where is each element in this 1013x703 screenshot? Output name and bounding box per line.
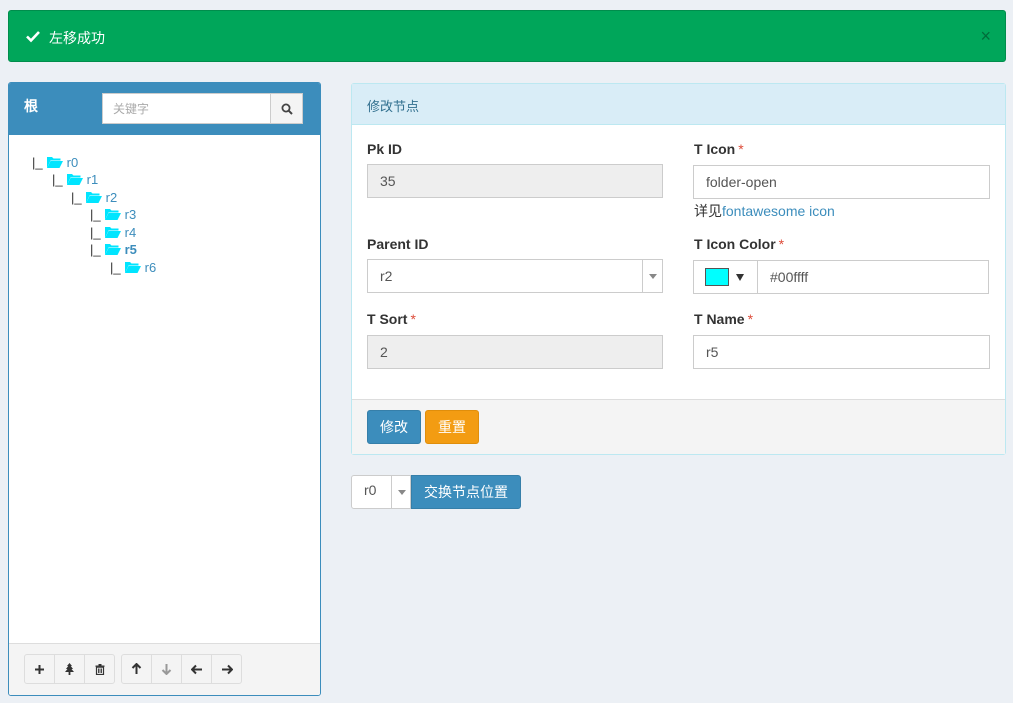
- t-name-label: T Name *: [694, 311, 753, 327]
- tree-node-label[interactable]: r5: [125, 242, 137, 257]
- tree-icon: [65, 663, 74, 675]
- check-icon: [26, 31, 40, 43]
- submit-button[interactable]: 修改: [367, 410, 421, 444]
- folder-open-icon: [124, 262, 141, 273]
- tree-branch: |_: [90, 241, 101, 257]
- required-mark: *: [738, 141, 744, 157]
- move-right-button[interactable]: [211, 654, 242, 684]
- search-group: [102, 93, 303, 124]
- move-up-button[interactable]: [121, 654, 152, 684]
- t-icon-color-field[interactable]: #00ffff: [693, 260, 989, 294]
- panel-title: 修改节点: [352, 84, 1005, 125]
- tree-node[interactable]: |_ r3: [90, 205, 136, 223]
- move-left-button[interactable]: [181, 654, 212, 684]
- required-mark: *: [778, 236, 785, 252]
- add-node-button[interactable]: [24, 654, 55, 684]
- parent-id-label: Parent ID: [367, 236, 428, 252]
- tree-branch: |_: [52, 171, 63, 187]
- swap-target-select[interactable]: r0: [351, 475, 411, 509]
- delete-node-button[interactable]: [84, 654, 115, 684]
- fontawesome-link[interactable]: fontawesome icon: [722, 203, 835, 219]
- chevron-down-icon[interactable]: [642, 260, 662, 292]
- color-swatch: [705, 268, 729, 286]
- tree-branch: |_: [71, 189, 82, 205]
- alert-message: 左移成功: [49, 30, 105, 46]
- arrow-left-icon: [190, 664, 202, 674]
- help-prefix: 详见: [694, 203, 722, 219]
- pk-id-label-text: Pk ID: [367, 141, 403, 157]
- tree-node[interactable]: |_ r0: [32, 153, 78, 171]
- t-icon-field[interactable]: folder-open: [693, 165, 990, 199]
- add-root-button[interactable]: [54, 654, 85, 684]
- arrow-up-icon: [131, 663, 142, 674]
- tree-node-label[interactable]: r4: [125, 225, 137, 240]
- move-button-group: [121, 654, 242, 684]
- parent-id-select[interactable]: r2: [367, 259, 663, 293]
- tree-node-label[interactable]: r0: [67, 155, 79, 170]
- t-icon-help: 详见fontawesome icon: [694, 201, 835, 221]
- parent-id-value: r2: [380, 268, 393, 284]
- color-picker-button[interactable]: [694, 261, 758, 293]
- tree-node-selected[interactable]: |_ r5: [90, 240, 137, 258]
- t-icon-label: T Icon *: [694, 141, 744, 157]
- search-button[interactable]: [270, 93, 303, 124]
- t-sort-label-text: T Sort: [367, 311, 408, 327]
- folder-open-icon: [104, 209, 121, 220]
- arrow-down-icon: [161, 664, 172, 675]
- required-mark: *: [747, 311, 754, 327]
- tree-node[interactable]: |_ r2: [71, 188, 117, 206]
- t-name-field[interactable]: r5: [693, 335, 990, 369]
- swap-target-value: r0: [364, 482, 377, 498]
- tree-node-label[interactable]: r6: [145, 260, 157, 275]
- required-mark: *: [410, 311, 416, 327]
- tree-node[interactable]: |_ r1: [52, 170, 98, 188]
- folder-open-icon: [85, 192, 102, 203]
- tree-node-label[interactable]: r1: [87, 172, 99, 187]
- folder-open-icon: [46, 157, 63, 168]
- tree-toolbar: [9, 643, 320, 695]
- trash-icon: [95, 663, 104, 675]
- form-footer: 修改 重置: [352, 399, 1005, 454]
- search-input[interactable]: [102, 93, 270, 124]
- t-sort-field[interactable]: 2: [367, 335, 663, 369]
- arrow-right-icon: [221, 664, 233, 674]
- folder-open-icon: [104, 227, 121, 238]
- folder-open-icon: [66, 174, 83, 185]
- tree-node[interactable]: |_ r6: [110, 258, 156, 276]
- root-label[interactable]: 根: [24, 96, 38, 116]
- tree-branch: |_: [110, 259, 121, 275]
- tree-node-label[interactable]: r2: [106, 190, 118, 205]
- tree-branch: |_: [90, 206, 101, 222]
- color-value: #00ffff: [770, 269, 809, 285]
- success-alert: 左移成功 ×: [8, 10, 1006, 62]
- tree-node[interactable]: |_ r4: [90, 223, 136, 241]
- tree-node-label[interactable]: r3: [125, 207, 137, 222]
- search-icon: [281, 103, 293, 115]
- t-sort-label: T Sort *: [367, 311, 416, 327]
- tree-branch: |_: [32, 154, 43, 170]
- t-icon-label-text: T Icon: [694, 141, 736, 157]
- pk-id-label: Pk ID: [367, 141, 402, 157]
- tree-branch: |_: [90, 224, 101, 240]
- t-icon-color-label: T Icon Color *: [694, 236, 784, 252]
- t-icon-color-label-text: T Icon Color: [694, 236, 776, 252]
- swap-position-button[interactable]: 交换节点位置: [411, 475, 521, 509]
- caret-down-icon: [736, 273, 744, 281]
- close-icon[interactable]: ×: [980, 26, 991, 46]
- edit-button-group: [24, 654, 115, 684]
- pk-id-field[interactable]: 35: [367, 164, 663, 198]
- parent-id-label-text: Parent ID: [367, 236, 429, 252]
- move-down-button[interactable]: [151, 654, 182, 684]
- t-name-label-text: T Name: [694, 311, 745, 327]
- tree-panel-header: 根: [9, 83, 320, 135]
- reset-button[interactable]: 重置: [425, 410, 479, 444]
- folder-open-icon: [104, 244, 121, 255]
- edit-node-panel: 修改节点 Pk ID 35 T Icon * folder-open 详见font…: [351, 83, 1006, 455]
- plus-icon: [35, 664, 44, 674]
- chevron-down-icon[interactable]: [391, 476, 411, 508]
- tree-panel: 根 |_ r0 |_ r1 |_ r2 |_ r3: [8, 82, 321, 696]
